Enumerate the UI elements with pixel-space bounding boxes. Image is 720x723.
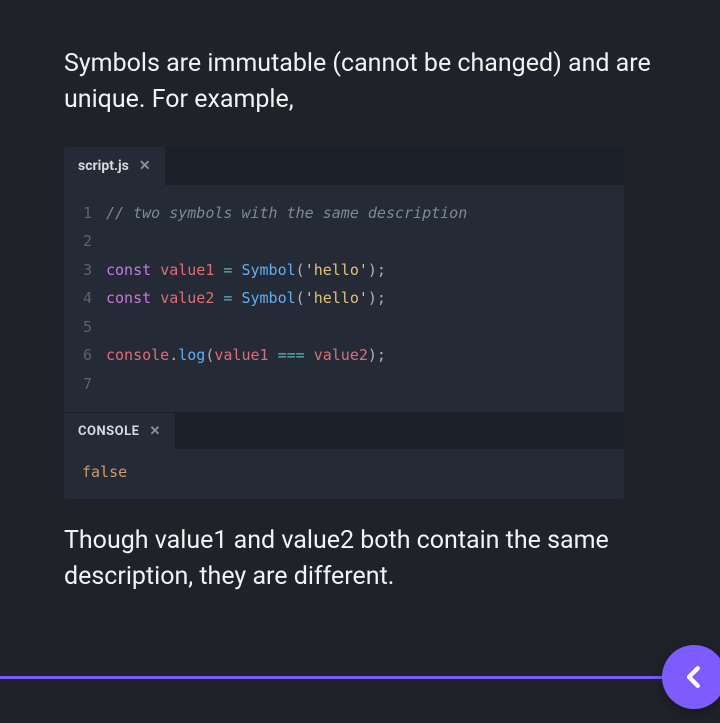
code-editor: script.js ✕ 1234567 // two symbols with … bbox=[64, 147, 624, 500]
line-number-gutter: 1234567 bbox=[64, 199, 106, 399]
prev-button[interactable] bbox=[662, 645, 720, 709]
console-tab[interactable]: CONSOLE ✕ bbox=[64, 413, 175, 449]
console-tab-label: CONSOLE bbox=[78, 424, 139, 439]
code-line bbox=[106, 227, 608, 256]
editor-tabbar: script.js ✕ bbox=[64, 147, 624, 185]
lesson-page: Symbols are immutable (cannot be changed… bbox=[0, 0, 720, 596]
outro-paragraph: Though value1 and value2 both contain th… bbox=[64, 523, 656, 596]
code-line: const value1 = Symbol('hello'); bbox=[106, 256, 608, 285]
code-line: console.log(value1 === value2); bbox=[106, 341, 608, 370]
line-number: 2 bbox=[64, 227, 92, 256]
line-number: 7 bbox=[64, 370, 92, 399]
code-content: // two symbols with the same description… bbox=[106, 199, 608, 399]
code-area: 1234567 // two symbols with the same des… bbox=[64, 185, 624, 413]
line-number: 3 bbox=[64, 256, 92, 285]
close-icon[interactable]: ✕ bbox=[149, 425, 160, 438]
accent-divider bbox=[0, 676, 720, 679]
code-line bbox=[106, 313, 608, 342]
code-line: const value2 = Symbol('hello'); bbox=[106, 284, 608, 313]
console-output: false bbox=[64, 449, 624, 499]
editor-tab-label: script.js bbox=[78, 158, 129, 174]
code-line bbox=[106, 370, 608, 399]
line-number: 6 bbox=[64, 341, 92, 370]
line-number: 5 bbox=[64, 313, 92, 342]
code-line: // two symbols with the same description bbox=[106, 199, 608, 228]
editor-tab-script[interactable]: script.js ✕ bbox=[64, 147, 165, 185]
chevron-left-icon bbox=[679, 662, 709, 692]
line-number: 1 bbox=[64, 199, 92, 228]
console-tabbar: CONSOLE ✕ bbox=[64, 413, 624, 449]
line-number: 4 bbox=[64, 284, 92, 313]
intro-paragraph: Symbols are immutable (cannot be changed… bbox=[64, 46, 656, 119]
close-icon[interactable]: ✕ bbox=[139, 159, 151, 173]
